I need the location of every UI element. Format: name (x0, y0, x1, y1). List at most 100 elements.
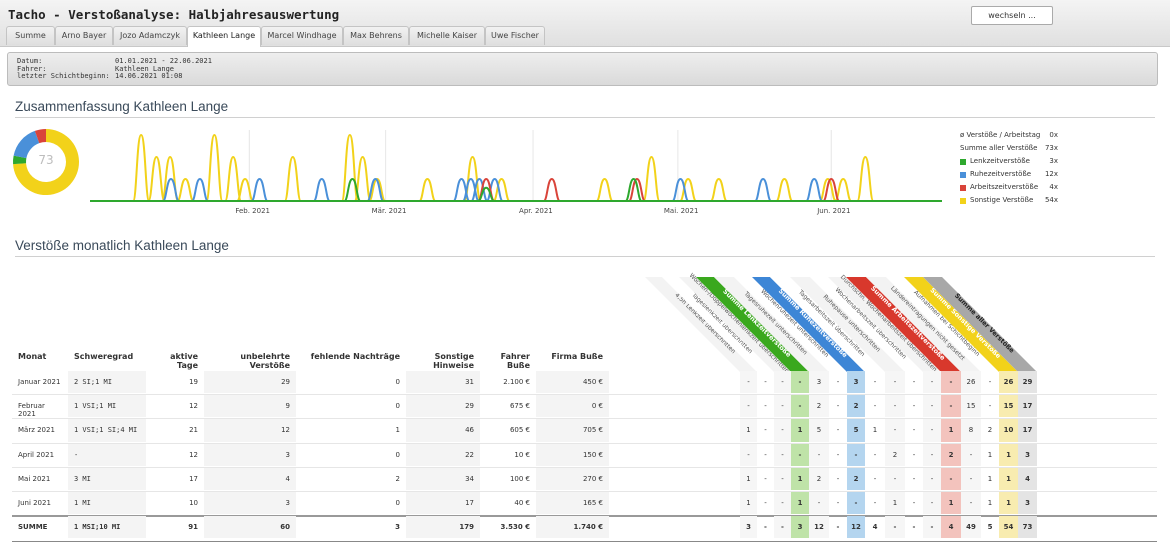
legend-swatch (960, 198, 966, 204)
column-header: Fahrer Buße (500, 352, 530, 370)
table-cell: 1 (797, 499, 803, 507)
table-cell: 12 (814, 523, 824, 532)
column-header: Schweregrad (74, 352, 134, 361)
table-cell: 12 (189, 402, 198, 411)
table-cell: 1 MI (74, 499, 91, 507)
table-cell: 0 (395, 402, 400, 411)
table-cell: - (949, 474, 953, 483)
legend-value: 4x (1049, 183, 1058, 191)
table-cell: 2 (853, 402, 859, 411)
table-cell: 1 VSI;1 MI (74, 402, 117, 411)
legend-swatch (960, 172, 966, 178)
tab-summe[interactable]: Summe (6, 26, 55, 45)
table-cell: - (893, 378, 897, 386)
table-cell: - (930, 523, 934, 532)
series-spike (595, 177, 614, 202)
table-cell: 2.100 € (503, 378, 530, 386)
table-cell: 10 (189, 499, 198, 507)
table-cell: 0 (395, 450, 400, 459)
table-cell: 29 (465, 402, 474, 411)
table-cell: 1 (872, 426, 878, 435)
table-cell: 29 (1022, 378, 1033, 386)
table-cell: 3 (816, 378, 822, 386)
table-cell: 5 (987, 523, 993, 532)
table-cell: - (764, 450, 767, 459)
table-cell: Januar 2021 (18, 378, 61, 386)
table-cell: 17 (189, 474, 198, 483)
table-cell: 3 (853, 378, 859, 386)
legend-item: Lenkzeitverstöße 3x (960, 157, 1100, 168)
diagonal-headers: 4,5h Lenkzeit überschrittenTageslenkzeit… (645, 272, 1037, 372)
tab-marcel-windhage[interactable]: Marcel Windhage (261, 26, 343, 45)
series-spike (312, 177, 331, 202)
tab-jozo-adamczyk[interactable]: Jozo Adamczyk (113, 26, 187, 45)
series-spike (856, 155, 875, 202)
divider (15, 117, 1155, 118)
table-cell: Februar 2021 (18, 402, 45, 419)
legend-swatch (960, 159, 966, 165)
summary-heading: Zusammenfassung Kathleen Lange (15, 99, 229, 114)
table-cell: 26 (1003, 378, 1014, 386)
table-cell: - (764, 474, 767, 483)
table-cell: - (930, 474, 934, 483)
series-spike (542, 177, 561, 202)
table-cell: - (930, 450, 934, 459)
table-cell: 4 (948, 523, 954, 532)
tab-michelle-kaiser[interactable]: Michelle Kaiser (409, 26, 485, 45)
table-cell: - (747, 450, 750, 459)
table-cell: 10 (1003, 426, 1014, 435)
series-spike (418, 177, 437, 202)
page-title: Tacho - Verstoßanalyse: Halbjahresauswer… (8, 7, 340, 22)
table-cell: 165 € (582, 499, 603, 507)
table-cell: - (747, 402, 750, 411)
table-cell: - (912, 474, 916, 483)
table-cell: April 2021 (18, 450, 55, 459)
table-cell: 1 (987, 450, 993, 459)
switch-button[interactable]: wechseln ... (971, 6, 1053, 25)
table-cell: - (949, 378, 953, 386)
table-cell: 150 € (582, 450, 603, 459)
table-cell: 1 (797, 426, 803, 435)
month-label: Mai. 2021 (663, 207, 699, 215)
legend-label: Summe aller Verstöße (960, 144, 1038, 152)
table-cell: 1 (948, 426, 954, 435)
tab-uwe-fischer[interactable]: Uwe Fischer (485, 26, 545, 45)
series-spike (754, 177, 773, 202)
legend-label: ø Verstöße / Arbeitstag (960, 131, 1041, 139)
table-cell: 2 (816, 402, 822, 411)
tab-kathleen-lange[interactable]: Kathleen Lange (187, 26, 261, 47)
series-spike (805, 177, 824, 202)
legend-item: Ruhezeitverstöße 12x (960, 170, 1100, 181)
table-cell: - (893, 523, 897, 532)
tab-max-behrens[interactable]: Max Behrens (343, 26, 409, 45)
table-cell: 1 (797, 474, 803, 483)
table-cell: 73 (1022, 523, 1033, 532)
column-header: Sonstige Hinweise (433, 352, 474, 370)
table-cell: 1 (1006, 474, 1011, 483)
table-cell: 31 (465, 378, 474, 386)
table-cell: - (764, 523, 767, 532)
table-cell: 1.740 € (573, 523, 603, 532)
table-cell: - (764, 378, 767, 386)
series-spike (205, 133, 224, 202)
table-cell: 2 (892, 450, 898, 459)
table-cell: - (836, 426, 840, 435)
table-cell: 1 (746, 426, 751, 435)
table-cell: 1 (948, 499, 954, 507)
table-cell: 0 € (591, 402, 603, 411)
column-header: unbelehrte Verstöße (240, 352, 290, 370)
column-header: Monat (18, 352, 47, 361)
table-cell: SUMME (18, 523, 48, 532)
table-cell: 17 (1022, 426, 1033, 435)
table-cell: 179 (459, 523, 474, 532)
table-cell: - (873, 474, 877, 483)
table-cell: 1 VSI;1 SI;4 MI (74, 426, 138, 435)
legend-item: Summe aller Verstöße 73x (960, 144, 1100, 155)
legend-label: Lenkzeitverstöße (970, 157, 1030, 165)
tab-arno-bayer[interactable]: Arno Bayer (55, 26, 113, 45)
table-cell: 270 € (582, 474, 603, 483)
table-cell: - (988, 402, 992, 411)
table-cell: 12 (281, 426, 290, 435)
column-header: Firma Buße (551, 352, 603, 361)
title-bar: Tacho - Verstoßanalyse: Halbjahresauswer… (0, 0, 1170, 47)
